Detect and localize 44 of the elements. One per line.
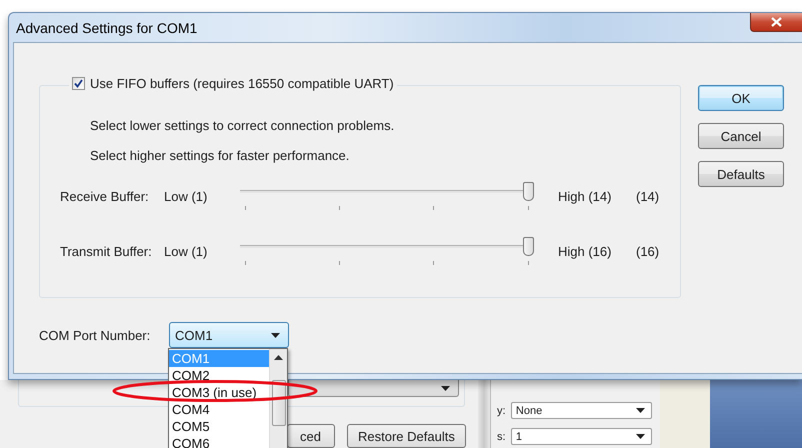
scroll-up-icon[interactable]: [274, 355, 283, 360]
low-label: Low (1): [164, 189, 208, 204]
checkbox-label: Use FIFO buffers (requires 16550 compatible UART): [90, 76, 394, 91]
slider-value: (16): [636, 244, 660, 259]
checkbox[interactable]: [72, 77, 85, 90]
dropdown-arrow-icon: [636, 434, 645, 439]
field-label: s:: [497, 430, 507, 442]
dropdown-option[interactable]: COM5: [169, 418, 269, 435]
slider-track[interactable]: [240, 182, 534, 201]
close-button[interactable]: [750, 13, 802, 32]
dialog-button[interactable]: Cancel: [698, 123, 784, 149]
dropdown[interactable]: 1: [510, 428, 652, 445]
dropdown-option[interactable]: COM3 (in use): [169, 384, 269, 401]
partial-button[interactable]: ced: [287, 424, 335, 448]
slider-thumb[interactable]: [523, 237, 534, 256]
scrollbar[interactable]: [269, 349, 287, 448]
dropdown[interactable]: None: [510, 402, 652, 419]
slider-label: Transmit Buffer:: [60, 244, 153, 259]
slider-label: Receive Buffer:: [60, 189, 150, 204]
high-label: High (16): [558, 244, 612, 259]
field-label: COM Port Number:: [39, 328, 152, 342]
hint-text: Select lower settings to correct connection problems.: [90, 118, 394, 134]
slider-value: (14): [636, 189, 660, 204]
dropdown-option[interactable]: COM6: [169, 435, 269, 448]
dropdown-option[interactable]: COM2: [169, 367, 269, 384]
panel-splitter[interactable]: [478, 380, 490, 448]
dialog-button[interactable]: OK: [698, 85, 784, 111]
close-icon: [771, 17, 782, 27]
hint-text: Select higher settings for faster performance.: [90, 148, 350, 164]
high-label: High (14): [558, 189, 612, 204]
window-title: Advanced Settings for COM1: [16, 20, 198, 36]
field-label: y:: [497, 404, 507, 416]
low-label: Low (1): [164, 244, 208, 259]
dropdown-arrow-icon: [636, 408, 645, 413]
dropdown-option[interactable]: COM4: [169, 401, 269, 418]
slider-thumb[interactable]: [523, 182, 534, 201]
restore-defaults-button[interactable]: Restore Defaults: [347, 424, 466, 448]
window-edge: [660, 380, 710, 448]
dropdown-arrow-icon: [441, 386, 450, 390]
dropdown-arrow-icon: [271, 332, 280, 338]
slider-track[interactable]: [240, 237, 534, 256]
dropdown[interactable]: [288, 380, 459, 397]
dialog-button[interactable]: Defaults: [698, 161, 784, 187]
com-port-dropdown[interactable]: COM1: [169, 322, 289, 348]
